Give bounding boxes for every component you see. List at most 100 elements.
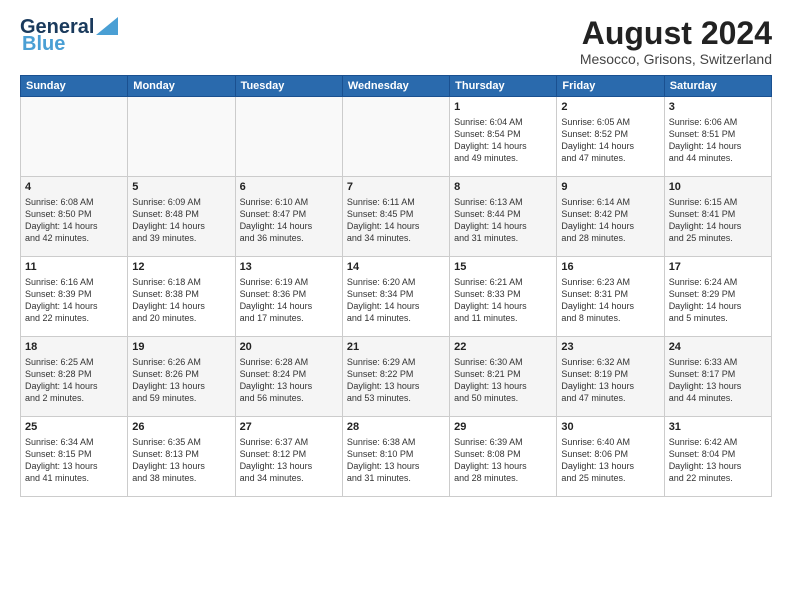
day-info: Sunrise: 6:21 AM Sunset: 8:33 PM Dayligh… [454,276,552,325]
day-info: Sunrise: 6:25 AM Sunset: 8:28 PM Dayligh… [25,356,123,405]
header-thursday: Thursday [450,76,557,97]
calendar-header-row: Sunday Monday Tuesday Wednesday Thursday… [21,76,772,97]
subtitle: Mesocco, Grisons, Switzerland [580,51,772,67]
logo-blue: Blue [22,33,65,56]
day-number: 1 [454,100,552,115]
calendar-cell: 20Sunrise: 6:28 AM Sunset: 8:24 PM Dayli… [235,337,342,417]
header-wednesday: Wednesday [342,76,449,97]
day-number: 7 [347,180,445,195]
day-number: 11 [25,260,123,275]
calendar-week-row: 11Sunrise: 6:16 AM Sunset: 8:39 PM Dayli… [21,257,772,337]
calendar-cell: 17Sunrise: 6:24 AM Sunset: 8:29 PM Dayli… [664,257,771,337]
calendar-cell: 16Sunrise: 6:23 AM Sunset: 8:31 PM Dayli… [557,257,664,337]
day-number: 6 [240,180,338,195]
calendar-cell: 31Sunrise: 6:42 AM Sunset: 8:04 PM Dayli… [664,417,771,497]
day-info: Sunrise: 6:04 AM Sunset: 8:54 PM Dayligh… [454,116,552,165]
day-number: 8 [454,180,552,195]
day-number: 31 [669,420,767,435]
day-number: 3 [669,100,767,115]
day-number: 29 [454,420,552,435]
day-number: 17 [669,260,767,275]
day-info: Sunrise: 6:38 AM Sunset: 8:10 PM Dayligh… [347,436,445,485]
day-number: 26 [132,420,230,435]
logo-icon [96,17,118,35]
day-info: Sunrise: 6:35 AM Sunset: 8:13 PM Dayligh… [132,436,230,485]
day-info: Sunrise: 6:26 AM Sunset: 8:26 PM Dayligh… [132,356,230,405]
day-number: 22 [454,340,552,355]
calendar-cell: 10Sunrise: 6:15 AM Sunset: 8:41 PM Dayli… [664,177,771,257]
calendar-cell: 19Sunrise: 6:26 AM Sunset: 8:26 PM Dayli… [128,337,235,417]
day-number: 5 [132,180,230,195]
calendar-week-row: 1Sunrise: 6:04 AM Sunset: 8:54 PM Daylig… [21,97,772,177]
calendar-week-row: 4Sunrise: 6:08 AM Sunset: 8:50 PM Daylig… [21,177,772,257]
day-info: Sunrise: 6:34 AM Sunset: 8:15 PM Dayligh… [25,436,123,485]
calendar-cell: 11Sunrise: 6:16 AM Sunset: 8:39 PM Dayli… [21,257,128,337]
day-number: 14 [347,260,445,275]
calendar-cell: 14Sunrise: 6:20 AM Sunset: 8:34 PM Dayli… [342,257,449,337]
calendar-cell: 29Sunrise: 6:39 AM Sunset: 8:08 PM Dayli… [450,417,557,497]
header: General Blue August 2024 Mesocco, Grison… [20,16,772,67]
calendar-cell [128,97,235,177]
day-number: 20 [240,340,338,355]
calendar-cell [342,97,449,177]
header-monday: Monday [128,76,235,97]
day-number: 10 [669,180,767,195]
calendar-cell: 21Sunrise: 6:29 AM Sunset: 8:22 PM Dayli… [342,337,449,417]
day-info: Sunrise: 6:19 AM Sunset: 8:36 PM Dayligh… [240,276,338,325]
day-info: Sunrise: 6:08 AM Sunset: 8:50 PM Dayligh… [25,196,123,245]
calendar-cell: 25Sunrise: 6:34 AM Sunset: 8:15 PM Dayli… [21,417,128,497]
calendar-cell: 4Sunrise: 6:08 AM Sunset: 8:50 PM Daylig… [21,177,128,257]
day-number: 15 [454,260,552,275]
calendar-table: Sunday Monday Tuesday Wednesday Thursday… [20,75,772,497]
day-number: 21 [347,340,445,355]
day-info: Sunrise: 6:18 AM Sunset: 8:38 PM Dayligh… [132,276,230,325]
day-info: Sunrise: 6:06 AM Sunset: 8:51 PM Dayligh… [669,116,767,165]
logo: General Blue [20,16,118,56]
day-number: 23 [561,340,659,355]
calendar-cell: 3Sunrise: 6:06 AM Sunset: 8:51 PM Daylig… [664,97,771,177]
header-sunday: Sunday [21,76,128,97]
day-number: 27 [240,420,338,435]
day-info: Sunrise: 6:42 AM Sunset: 8:04 PM Dayligh… [669,436,767,485]
day-number: 25 [25,420,123,435]
day-info: Sunrise: 6:16 AM Sunset: 8:39 PM Dayligh… [25,276,123,325]
day-number: 24 [669,340,767,355]
day-info: Sunrise: 6:39 AM Sunset: 8:08 PM Dayligh… [454,436,552,485]
day-number: 12 [132,260,230,275]
day-info: Sunrise: 6:15 AM Sunset: 8:41 PM Dayligh… [669,196,767,245]
day-info: Sunrise: 6:33 AM Sunset: 8:17 PM Dayligh… [669,356,767,405]
day-info: Sunrise: 6:37 AM Sunset: 8:12 PM Dayligh… [240,436,338,485]
calendar-cell [21,97,128,177]
calendar-week-row: 18Sunrise: 6:25 AM Sunset: 8:28 PM Dayli… [21,337,772,417]
page: General Blue August 2024 Mesocco, Grison… [0,0,792,612]
day-info: Sunrise: 6:13 AM Sunset: 8:44 PM Dayligh… [454,196,552,245]
calendar-cell [235,97,342,177]
calendar-cell: 26Sunrise: 6:35 AM Sunset: 8:13 PM Dayli… [128,417,235,497]
calendar-cell: 27Sunrise: 6:37 AM Sunset: 8:12 PM Dayli… [235,417,342,497]
day-info: Sunrise: 6:09 AM Sunset: 8:48 PM Dayligh… [132,196,230,245]
day-number: 16 [561,260,659,275]
day-info: Sunrise: 6:20 AM Sunset: 8:34 PM Dayligh… [347,276,445,325]
day-number: 13 [240,260,338,275]
day-info: Sunrise: 6:14 AM Sunset: 8:42 PM Dayligh… [561,196,659,245]
calendar-cell: 5Sunrise: 6:09 AM Sunset: 8:48 PM Daylig… [128,177,235,257]
day-info: Sunrise: 6:29 AM Sunset: 8:22 PM Dayligh… [347,356,445,405]
day-info: Sunrise: 6:40 AM Sunset: 8:06 PM Dayligh… [561,436,659,485]
calendar-cell: 18Sunrise: 6:25 AM Sunset: 8:28 PM Dayli… [21,337,128,417]
header-tuesday: Tuesday [235,76,342,97]
calendar-cell: 1Sunrise: 6:04 AM Sunset: 8:54 PM Daylig… [450,97,557,177]
day-number: 30 [561,420,659,435]
day-info: Sunrise: 6:05 AM Sunset: 8:52 PM Dayligh… [561,116,659,165]
day-number: 19 [132,340,230,355]
day-number: 2 [561,100,659,115]
day-info: Sunrise: 6:32 AM Sunset: 8:19 PM Dayligh… [561,356,659,405]
calendar-cell: 22Sunrise: 6:30 AM Sunset: 8:21 PM Dayli… [450,337,557,417]
day-number: 4 [25,180,123,195]
header-saturday: Saturday [664,76,771,97]
calendar-cell: 13Sunrise: 6:19 AM Sunset: 8:36 PM Dayli… [235,257,342,337]
calendar-cell: 7Sunrise: 6:11 AM Sunset: 8:45 PM Daylig… [342,177,449,257]
day-info: Sunrise: 6:10 AM Sunset: 8:47 PM Dayligh… [240,196,338,245]
calendar-cell: 8Sunrise: 6:13 AM Sunset: 8:44 PM Daylig… [450,177,557,257]
main-title: August 2024 [580,16,772,51]
day-info: Sunrise: 6:24 AM Sunset: 8:29 PM Dayligh… [669,276,767,325]
